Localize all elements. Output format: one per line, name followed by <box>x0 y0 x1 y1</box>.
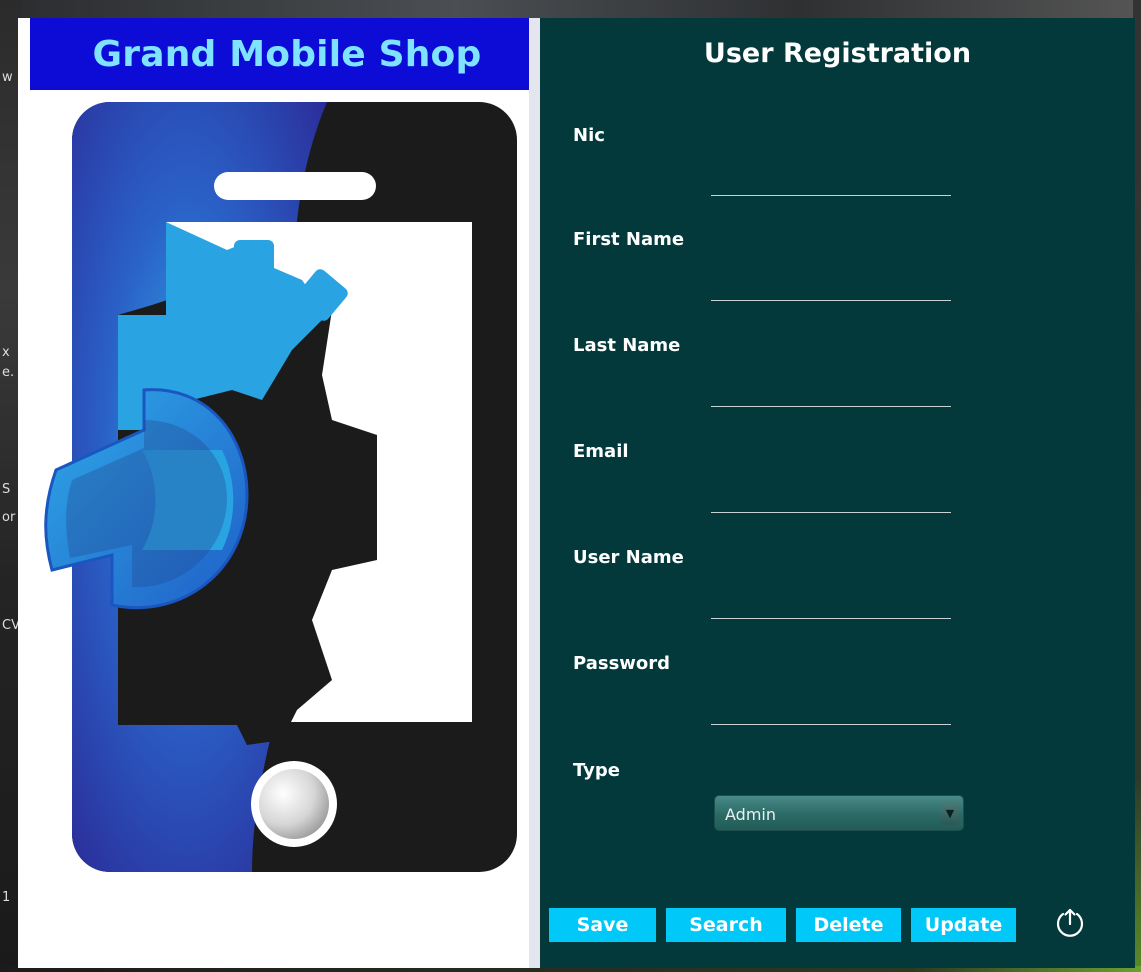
branding-panel: Grand Mobile Shop <box>18 18 544 968</box>
first-name-field[interactable] <box>711 275 951 301</box>
first-name-label: First Name <box>573 229 685 250</box>
desktop-text-fragment: or <box>2 510 16 525</box>
update-button[interactable]: Update <box>911 908 1016 942</box>
form-title: User Registration <box>703 38 972 69</box>
desktop-text-fragment: S <box>2 482 11 497</box>
registration-form: User Registration Nic First Name Last Na… <box>540 18 1135 968</box>
search-button[interactable]: Search <box>666 908 786 942</box>
last-name-field[interactable] <box>711 381 951 407</box>
nic-label: Nic <box>573 125 605 146</box>
last-name-label: Last Name <box>573 335 681 356</box>
type-label: Type <box>573 760 620 781</box>
desktop-background-top <box>0 0 1141 18</box>
password-label: Password <box>573 653 671 674</box>
desktop-text-fragment: e. <box>2 365 15 380</box>
brand-title: Grand Mobile Shop <box>92 33 482 75</box>
user-name-label: User Name <box>573 547 684 568</box>
delete-button[interactable]: Delete <box>796 908 901 942</box>
chevron-down-icon[interactable]: ▼ <box>941 801 959 825</box>
desktop-text-fragment: w <box>2 70 13 85</box>
type-select-value: Admin <box>725 805 776 824</box>
desktop-text-fragment: 1 <box>2 890 11 905</box>
user-name-field[interactable] <box>711 593 951 619</box>
brand-header: Grand Mobile Shop <box>30 18 544 90</box>
email-label: Email <box>573 441 629 462</box>
desktop-text-fragment: x <box>2 345 10 360</box>
type-select[interactable]: Admin ▼ <box>714 795 964 831</box>
upload-icon[interactable] <box>1054 906 1086 938</box>
password-field[interactable] <box>711 699 951 725</box>
panel-divider <box>529 18 540 968</box>
phone-repair-logo <box>44 102 517 872</box>
save-button[interactable]: Save <box>549 908 656 942</box>
nic-field[interactable] <box>711 170 951 196</box>
phone-speaker <box>214 172 376 200</box>
home-button-graphic <box>251 761 337 847</box>
email-field[interactable] <box>711 487 951 513</box>
